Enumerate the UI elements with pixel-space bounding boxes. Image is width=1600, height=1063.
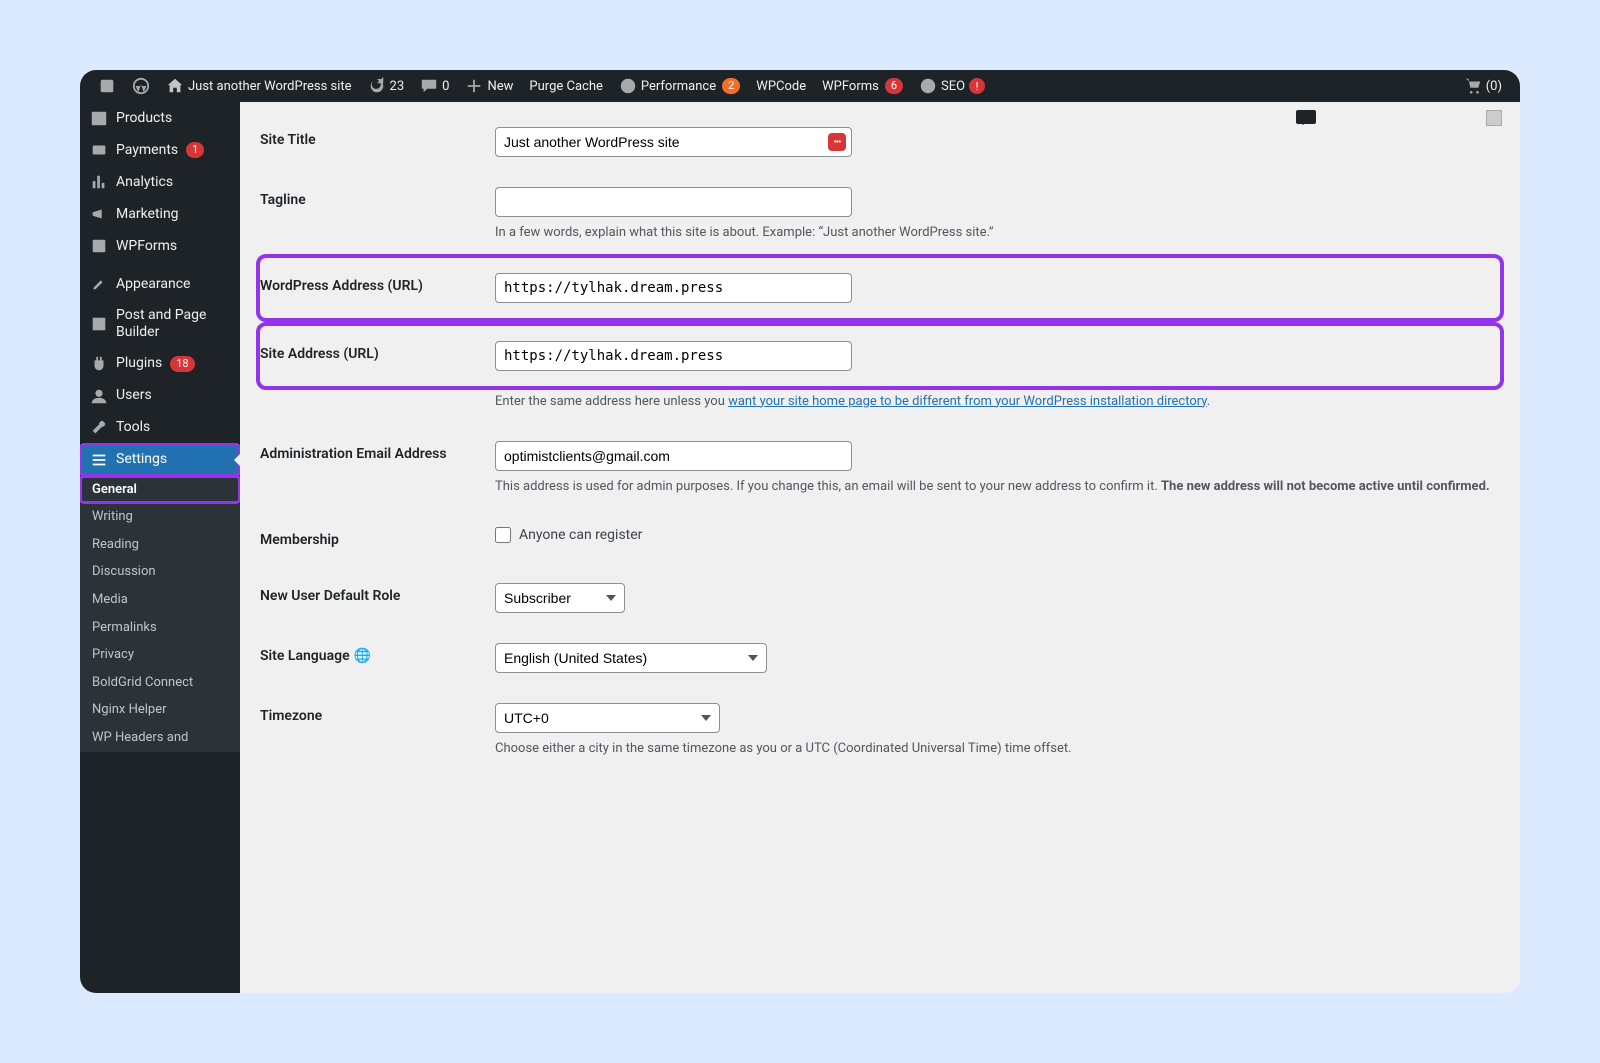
site-title-label: Site Title bbox=[260, 112, 485, 172]
sidebar-item-settings[interactable]: Settings bbox=[80, 444, 240, 476]
sidebar-item-plugins[interactable]: Plugins18 bbox=[80, 348, 240, 380]
purge-cache-link[interactable]: Purge Cache bbox=[521, 70, 610, 102]
form-icon bbox=[90, 237, 108, 255]
wpcode-link[interactable]: WPCode bbox=[748, 70, 814, 102]
site-address-input[interactable] bbox=[495, 341, 852, 371]
site-title-input[interactable] bbox=[495, 127, 852, 157]
submenu-boldgrid[interactable]: BoldGrid Connect bbox=[80, 669, 240, 697]
builder-icon bbox=[90, 315, 108, 333]
new-link[interactable]: New bbox=[457, 70, 521, 102]
new-label: New bbox=[487, 79, 513, 94]
comments-link[interactable]: 0 bbox=[412, 70, 457, 102]
plugins-badge: 18 bbox=[170, 356, 194, 372]
tagline-input[interactable] bbox=[495, 187, 852, 217]
wpforms-badge: 6 bbox=[885, 78, 903, 94]
comments-count: 0 bbox=[442, 79, 449, 94]
refresh-icon bbox=[368, 77, 386, 95]
submenu-reading[interactable]: Reading bbox=[80, 531, 240, 559]
performance-badge: 2 bbox=[722, 78, 740, 94]
membership-checkbox-label: Anyone can register bbox=[519, 527, 642, 543]
comment-widget-icon[interactable] bbox=[1296, 110, 1316, 124]
site-address-help-link[interactable]: want your site home page to be different… bbox=[728, 394, 1207, 409]
sidebar-item-post-page-builder[interactable]: Post and Page Builder bbox=[80, 300, 240, 348]
membership-label: Membership bbox=[260, 512, 485, 568]
tagline-label: Tagline bbox=[260, 172, 485, 258]
submenu-nginx[interactable]: Nginx Helper bbox=[80, 696, 240, 724]
sidebar-item-marketing[interactable]: Marketing bbox=[80, 198, 240, 230]
gauge-icon bbox=[619, 77, 637, 95]
sidebar-item-appearance[interactable]: Appearance bbox=[80, 268, 240, 300]
cart-icon bbox=[1464, 77, 1482, 95]
plus-icon bbox=[465, 77, 483, 95]
sidebar-item-tools[interactable]: Tools bbox=[80, 412, 240, 444]
admin-sidebar: Products Payments1 Analytics Marketing W… bbox=[80, 102, 240, 993]
brush-icon bbox=[90, 275, 108, 293]
admin-email-input[interactable] bbox=[495, 441, 852, 471]
seo-alert-icon: ! bbox=[969, 78, 985, 94]
site-name-text: Just another WordPress site bbox=[188, 79, 352, 94]
user-icon bbox=[90, 387, 108, 405]
site-language-select[interactable]: English (United States) bbox=[495, 643, 767, 673]
about-icon[interactable] bbox=[90, 70, 124, 102]
wp-logo-icon[interactable] bbox=[124, 70, 158, 102]
seo-link[interactable]: SEO ! bbox=[911, 70, 993, 102]
site-name-link[interactable]: Just another WordPress site bbox=[158, 70, 360, 102]
updates-count: 23 bbox=[390, 79, 405, 94]
wp-address-input[interactable] bbox=[495, 273, 852, 303]
megaphone-icon bbox=[90, 205, 108, 223]
bank-icon bbox=[90, 141, 108, 159]
sidebar-item-payments[interactable]: Payments1 bbox=[80, 134, 240, 166]
sidebar-item-users[interactable]: Users bbox=[80, 380, 240, 412]
sidebar-item-wpforms[interactable]: WPForms bbox=[80, 230, 240, 262]
sidebar-item-analytics[interactable]: Analytics bbox=[80, 166, 240, 198]
plug-icon bbox=[90, 355, 108, 373]
cart-link[interactable]: (0) bbox=[1456, 70, 1510, 102]
general-settings-form: Site Title ••• Tagline In a few words, e… bbox=[260, 112, 1500, 773]
submenu-general[interactable]: General bbox=[80, 476, 240, 504]
wpforms-link[interactable]: WPForms 6 bbox=[814, 70, 911, 102]
new-user-role-label: New User Default Role bbox=[260, 568, 485, 628]
timezone-label: Timezone bbox=[260, 688, 485, 774]
content-area: Site Title ••• Tagline In a few words, e… bbox=[240, 102, 1520, 993]
site-address-description: Enter the same address here unless you w… bbox=[495, 392, 1490, 412]
membership-checkbox[interactable] bbox=[495, 527, 511, 543]
calendar-icon bbox=[90, 109, 108, 127]
submenu-media[interactable]: Media bbox=[80, 586, 240, 614]
chart-icon bbox=[90, 173, 108, 191]
sidebar-item-products[interactable]: Products bbox=[80, 102, 240, 134]
admin-email-label: Administration Email Address bbox=[260, 426, 485, 512]
tagline-description: In a few words, explain what this site i… bbox=[495, 223, 1490, 243]
admin-bar: Just another WordPress site 23 0 New Pur… bbox=[80, 70, 1520, 102]
gear-icon bbox=[919, 77, 937, 95]
submenu-discussion[interactable]: Discussion bbox=[80, 558, 240, 586]
wp-address-label: WordPress Address (URL) bbox=[260, 258, 485, 318]
submenu-permalinks[interactable]: Permalinks bbox=[80, 614, 240, 642]
payments-badge: 1 bbox=[186, 142, 204, 158]
wrench-icon bbox=[90, 419, 108, 437]
site-address-label: Site Address (URL) bbox=[260, 326, 485, 386]
translate-icon: 🌐 bbox=[354, 648, 371, 664]
cart-count: (0) bbox=[1486, 79, 1502, 94]
submenu-wpheaders[interactable]: WP Headers and bbox=[80, 724, 240, 752]
new-user-role-select[interactable]: Subscriber bbox=[495, 583, 625, 613]
timezone-select[interactable]: UTC+0 bbox=[495, 703, 720, 733]
performance-link[interactable]: Performance 2 bbox=[611, 70, 748, 102]
password-manager-icon[interactable]: ••• bbox=[828, 133, 846, 151]
submenu-writing[interactable]: Writing bbox=[80, 503, 240, 531]
submenu-privacy[interactable]: Privacy bbox=[80, 641, 240, 669]
home-icon bbox=[166, 77, 184, 95]
updates-link[interactable]: 23 bbox=[360, 70, 413, 102]
comment-icon bbox=[420, 77, 438, 95]
sliders-icon bbox=[90, 451, 108, 469]
avatar[interactable] bbox=[1486, 110, 1502, 126]
site-language-label: Site Language🌐 bbox=[260, 628, 485, 688]
settings-submenu: General Writing Reading Discussion Media… bbox=[80, 476, 240, 752]
timezone-description: Choose either a city in the same timezon… bbox=[495, 739, 1490, 759]
admin-email-description: This address is used for admin purposes.… bbox=[495, 477, 1490, 497]
